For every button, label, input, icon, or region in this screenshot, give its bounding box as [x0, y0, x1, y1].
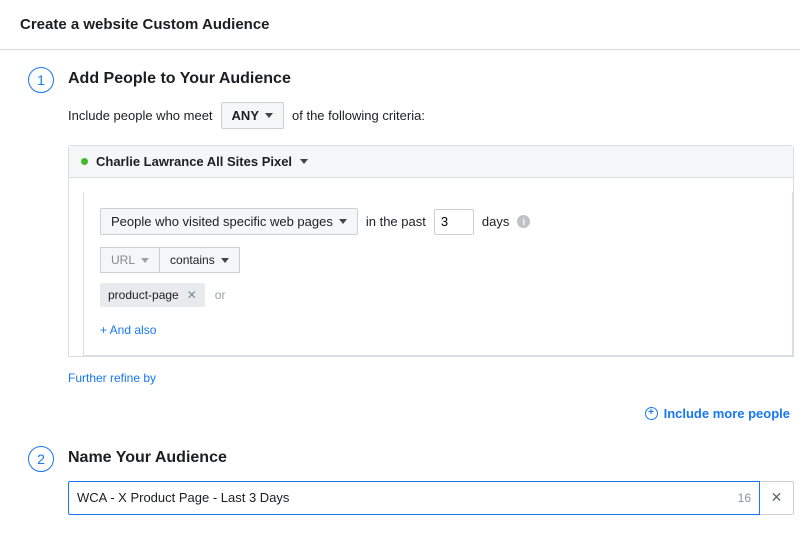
audience-name-field[interactable]: 16 [68, 481, 760, 515]
visitor-type-selector[interactable]: People who visited specific web pages [100, 208, 358, 235]
pixel-selector[interactable]: Charlie Lawrance All Sites Pixel [69, 146, 793, 178]
days-input[interactable] [434, 209, 474, 235]
include-criteria-row: Include people who meet ANY of the follo… [68, 102, 794, 129]
close-icon: ✕ [771, 489, 783, 506]
char-count: 16 [730, 491, 751, 505]
url-operator-selector[interactable]: contains [160, 247, 240, 273]
plus-circle-icon: + [645, 407, 658, 420]
or-text: or [215, 288, 226, 302]
dialog-body: 1 Add People to Your Audience Include pe… [0, 50, 800, 535]
step-1: 1 Add People to Your Audience Include pe… [28, 70, 794, 421]
include-more-label: Include more people [664, 406, 790, 421]
step-number-1: 1 [28, 67, 54, 93]
audience-name-row: 16 ✕ [68, 481, 794, 515]
criteria-mode-label: ANY [232, 108, 259, 123]
and-also-link[interactable]: + And also [100, 323, 156, 337]
remove-tag-icon[interactable]: ✕ [187, 289, 197, 301]
visitor-type-label: People who visited specific web pages [111, 214, 333, 229]
chevron-down-icon [339, 219, 347, 224]
chevron-down-icon [141, 258, 149, 263]
chevron-down-icon [300, 159, 308, 164]
include-suffix-text: of the following criteria: [292, 108, 425, 123]
clear-name-button[interactable]: ✕ [760, 481, 794, 515]
status-dot-icon [81, 158, 88, 165]
pixel-section: Charlie Lawrance All Sites Pixel People … [68, 145, 794, 357]
audience-name-input[interactable] [77, 482, 730, 514]
chevron-down-icon [221, 258, 229, 263]
in-the-past-text: in the past [366, 214, 426, 229]
pixel-name: Charlie Lawrance All Sites Pixel [96, 154, 292, 169]
url-field-selector[interactable]: URL [100, 247, 160, 273]
step-1-title: Add People to Your Audience [68, 70, 794, 88]
step-2-title: Name Your Audience [68, 449, 794, 467]
url-value-tag: product-page ✕ [100, 283, 205, 307]
chevron-down-icon [265, 113, 273, 118]
url-operator-label: contains [170, 253, 215, 267]
days-label: days [482, 214, 509, 229]
url-value-row: product-page ✕ or [100, 283, 776, 307]
dialog-title: Create a website Custom Audience [0, 0, 800, 50]
include-prefix-text: Include people who meet [68, 108, 213, 123]
url-value-text: product-page [108, 288, 179, 302]
step-2: 2 Name Your Audience 16 ✕ [28, 449, 794, 515]
criteria-inner: People who visited specific web pages in… [83, 192, 793, 356]
info-icon[interactable]: i [517, 215, 530, 228]
url-field-label: URL [111, 253, 135, 267]
criteria-mode-selector[interactable]: ANY [221, 102, 284, 129]
include-more-people-link[interactable]: + Include more people [645, 406, 790, 421]
url-condition-row: URL contains [100, 247, 776, 273]
further-refine-link[interactable]: Further refine by [68, 371, 156, 385]
step-number-2: 2 [28, 446, 54, 472]
